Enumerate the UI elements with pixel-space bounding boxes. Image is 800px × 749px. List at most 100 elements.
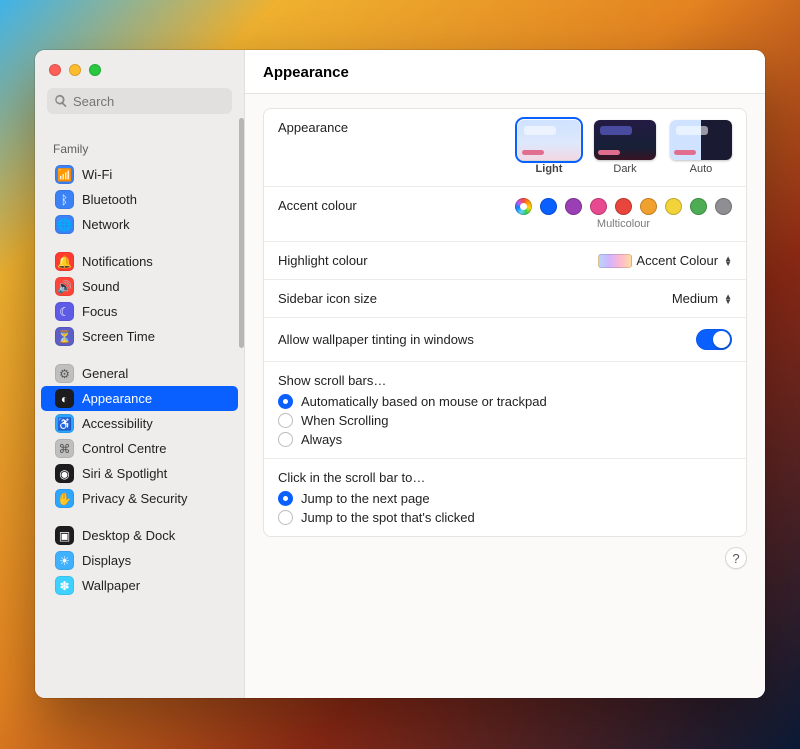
accent-swatch[interactable]: [590, 198, 607, 215]
sound-icon: 🔊: [55, 277, 74, 296]
radio-option[interactable]: Always: [278, 432, 547, 447]
accent-label: Accent colour: [278, 198, 357, 213]
accent-swatch[interactable]: [565, 198, 582, 215]
content-scroll[interactable]: Appearance Light Dark Auto Accent colour M…: [245, 94, 765, 698]
close-button[interactable]: [49, 64, 61, 76]
appearance-option-light[interactable]: Light: [518, 120, 580, 175]
sidebar-icon-label: Sidebar icon size: [278, 291, 377, 306]
highlight-swatch-icon: [598, 254, 632, 268]
radio-icon: [278, 510, 293, 525]
radio-label: Jump to the spot that's clicked: [301, 510, 475, 525]
focus-icon: ☾: [55, 302, 74, 321]
sidebar-item-label: Desktop & Dock: [82, 528, 175, 543]
sidebar-scrollbar-thumb[interactable]: [239, 118, 244, 348]
accent-caption: Multicolour: [515, 218, 732, 230]
sidebar-item-label: Privacy & Security: [82, 491, 187, 506]
bell-icon: 🔔: [55, 252, 74, 271]
sidebar-item-label: General: [82, 366, 128, 381]
window-controls: [35, 50, 244, 86]
radio-option[interactable]: When Scrolling: [278, 413, 547, 428]
page-title: Appearance: [245, 50, 765, 94]
highlight-value: Accent Colour: [636, 253, 718, 268]
sidebar-item-siri[interactable]: ◉Siri & Spotlight: [41, 461, 238, 486]
sidebar-item-wallpaper[interactable]: ✽Wallpaper: [41, 573, 238, 598]
gear-icon: ⚙: [55, 364, 74, 383]
sidebar-item-focus[interactable]: ☾ Focus: [41, 299, 238, 324]
accent-swatch[interactable]: [515, 198, 532, 215]
accent-swatch[interactable]: [615, 198, 632, 215]
appearance-option-auto[interactable]: Auto: [670, 120, 732, 175]
radio-label: When Scrolling: [301, 413, 388, 428]
sidebar-scrollbar[interactable]: [238, 118, 244, 698]
sidebar-item-privacy[interactable]: ✋ Privacy & Security: [41, 486, 238, 511]
sidebar-item-bell[interactable]: 🔔 Notifications: [41, 249, 238, 274]
sidebar-icon-value: Medium: [672, 291, 718, 306]
appearance-thumbnail-icon: [594, 120, 656, 160]
appearance-thumbnail-icon: [518, 120, 580, 160]
appearance-panel: Appearance Light Dark Auto Accent colour M…: [263, 108, 747, 537]
help-button[interactable]: ?: [725, 547, 747, 569]
sidebar: Family 📶Wi-FiᛒBluetooth🌐Network 🔔 Notifica…: [35, 50, 245, 698]
row-appearance: Appearance Light Dark Auto: [264, 109, 746, 187]
accent-swatch[interactable]: [715, 198, 732, 215]
minimize-button[interactable]: [69, 64, 81, 76]
sidebar-item-label: Sound: [82, 279, 120, 294]
appearance-option-label: Dark: [613, 163, 636, 175]
accent-swatch[interactable]: [690, 198, 707, 215]
privacy-icon: ✋: [55, 489, 74, 508]
dock-icon: ▣: [55, 526, 74, 545]
tinting-toggle[interactable]: [696, 329, 732, 350]
sidebar-item-label: Siri & Spotlight: [82, 466, 167, 481]
scrollbars-radio-group: Automatically based on mouse or trackpad…: [278, 394, 547, 447]
accent-swatch[interactable]: [665, 198, 682, 215]
radio-option[interactable]: Automatically based on mouse or trackpad: [278, 394, 547, 409]
sidebar-item-sound[interactable]: 🔊 Sound: [41, 274, 238, 299]
chevron-updown-icon: ▲▼: [724, 256, 732, 266]
sidebar-item-screentime[interactable]: ⏳Screen Time: [41, 324, 238, 349]
settings-window: Family 📶Wi-FiᛒBluetooth🌐Network 🔔 Notifica…: [35, 50, 765, 698]
sidebar-item-wifi[interactable]: 📶Wi-Fi: [41, 162, 238, 187]
sidebar-item-controlcentre[interactable]: ⌘Control Centre: [41, 436, 238, 461]
displays-icon: ☀: [55, 551, 74, 570]
click-scroll-radio-group: Jump to the next page Jump to the spot th…: [278, 491, 475, 525]
sidebar-section-family: Family: [35, 120, 244, 162]
controlcentre-icon: ⌘: [55, 439, 74, 458]
sidebar-item-label: Bluetooth: [82, 192, 137, 207]
appearance-thumbnail-icon: [670, 120, 732, 160]
sidebar-item-label: Wi-Fi: [82, 167, 112, 182]
search-field[interactable]: [47, 88, 232, 114]
sidebar-scroll[interactable]: Family 📶Wi-FiᛒBluetooth🌐Network 🔔 Notifica…: [35, 120, 244, 698]
search-input[interactable]: [47, 88, 232, 114]
main-pane: Appearance Appearance Light Dark Auto Acce…: [245, 50, 765, 698]
sidebar-icon-select[interactable]: Medium ▲▼: [672, 291, 732, 306]
sidebar-item-label: Focus: [82, 304, 117, 319]
sidebar-item-bluetooth[interactable]: ᛒBluetooth: [41, 187, 238, 212]
appearance-option-label: Light: [536, 163, 563, 175]
sidebar-item-network[interactable]: 🌐Network: [41, 212, 238, 237]
row-highlight: Highlight colour Accent Colour ▲▼: [264, 242, 746, 280]
sidebar-item-accessibility[interactable]: ♿Accessibility: [41, 411, 238, 436]
radio-option[interactable]: Jump to the spot that's clicked: [278, 510, 475, 525]
highlight-select[interactable]: Accent Colour ▲▼: [598, 253, 732, 268]
accessibility-icon: ♿: [55, 414, 74, 433]
accent-swatch[interactable]: [540, 198, 557, 215]
appearance-option-dark[interactable]: Dark: [594, 120, 656, 175]
sidebar-item-label: Notifications: [82, 254, 153, 269]
sidebar-item-displays[interactable]: ☀Displays: [41, 548, 238, 573]
appearance-icon: ◐: [55, 389, 74, 408]
sidebar-item-label: Screen Time: [82, 329, 155, 344]
row-click-scrollbar: Click in the scroll bar to… Jump to the …: [264, 459, 746, 536]
accent-swatch[interactable]: [640, 198, 657, 215]
click-scroll-label: Click in the scroll bar to…: [278, 470, 425, 485]
zoom-button[interactable]: [89, 64, 101, 76]
sidebar-item-dock[interactable]: ▣ Desktop & Dock: [41, 523, 238, 548]
accent-swatches: [515, 198, 732, 215]
row-accent: Accent colour Multicolour: [264, 187, 746, 242]
network-icon: 🌐: [55, 215, 74, 234]
sidebar-item-gear[interactable]: ⚙ General: [41, 361, 238, 386]
chevron-updown-icon: ▲▼: [724, 294, 732, 304]
row-sidebar-icon-size: Sidebar icon size Medium ▲▼: [264, 280, 746, 318]
appearance-label: Appearance: [278, 120, 348, 135]
radio-option[interactable]: Jump to the next page: [278, 491, 475, 506]
sidebar-item-appearance[interactable]: ◐Appearance: [41, 386, 238, 411]
